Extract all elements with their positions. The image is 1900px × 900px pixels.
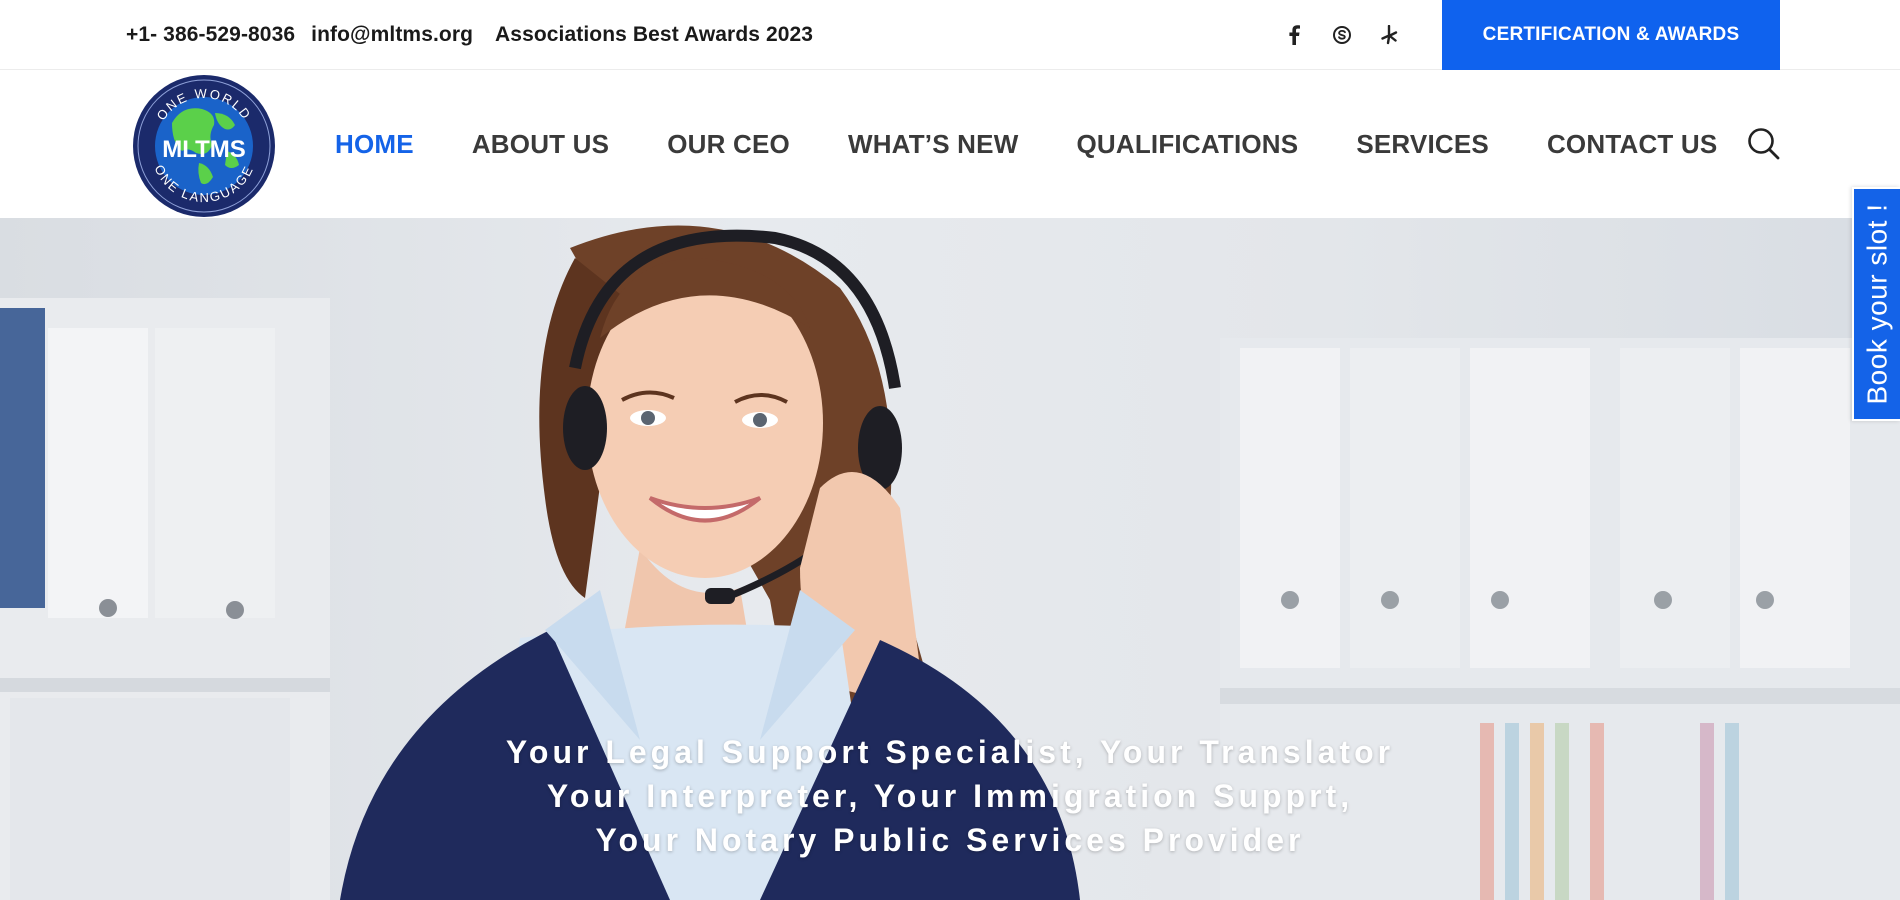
book-slot-label: Book your slot ! xyxy=(1861,203,1893,405)
email-address[interactable]: info@mltms.org xyxy=(311,23,473,47)
main-nav: HOME ABOUT US OUR CEO WHAT’S NEW QUALIFI… xyxy=(335,70,1775,218)
contact-info: +1- 386-529-8036 info@mltms.org Associat… xyxy=(126,0,829,70)
certification-awards-button[interactable]: CERTIFICATION & AWARDS xyxy=(1442,0,1780,70)
facebook-icon[interactable] xyxy=(1270,0,1318,70)
skype-icon[interactable] xyxy=(1318,0,1366,70)
search-icon[interactable] xyxy=(1745,125,1783,163)
nav-item-whats-new[interactable]: WHAT’S NEW xyxy=(848,129,1019,160)
nav-item-about-us[interactable]: ABOUT US xyxy=(472,129,609,160)
award-text: Associations Best Awards 2023 xyxy=(495,23,814,46)
hero-tagline-line-2: Your Interpreter, Your Immigration Suppr… xyxy=(546,778,1354,814)
nav-item-home[interactable]: HOME xyxy=(335,129,414,160)
hero-tagline: Your Legal Support Specialist, Your Tran… xyxy=(0,730,1900,862)
nav-item-our-ceo[interactable]: OUR CEO xyxy=(667,129,790,160)
mltms-logo[interactable]: MLTMS ONE WORLD ONE LANGUAGE xyxy=(127,73,282,218)
main-header: MLTMS ONE WORLD ONE LANGUAGE HOME ABOUT … xyxy=(0,70,1900,218)
nav-item-services[interactable]: SERVICES xyxy=(1356,129,1489,160)
nav-item-contact-us[interactable]: CONTACT US xyxy=(1547,129,1718,160)
yelp-icon[interactable] xyxy=(1366,0,1414,70)
social-links xyxy=(1270,0,1414,70)
hero-tagline-line-1: Your Legal Support Specialist, Your Tran… xyxy=(505,734,1395,770)
top-bar: +1- 386-529-8036 info@mltms.org Associat… xyxy=(0,0,1900,70)
logo-name: MLTMS xyxy=(162,136,246,163)
nav-item-qualifications[interactable]: QUALIFICATIONS xyxy=(1076,129,1298,160)
book-slot-tab[interactable]: Book your slot ! xyxy=(1852,187,1900,421)
phone-number[interactable]: +1- 386-529-8036 xyxy=(126,23,295,47)
hero-banner: Your Legal Support Specialist, Your Tran… xyxy=(0,218,1900,900)
hero-tagline-line-3: Your Notary Public Services Provider xyxy=(595,822,1305,858)
